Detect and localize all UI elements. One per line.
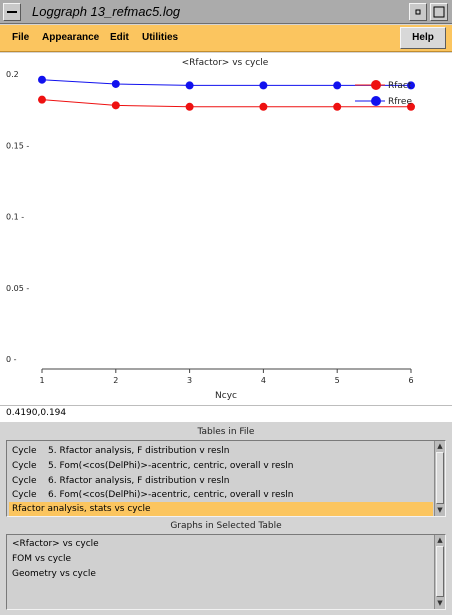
table-list-item[interactable]: Cycle 5. Rfactor analysis, F distributio… bbox=[9, 444, 433, 458]
y-tick-label: 0.05 - bbox=[6, 284, 29, 293]
data-point bbox=[259, 81, 268, 90]
table-list-item[interactable]: Cycle 6. Fom(<cos(DelPhi)>-acentric, cen… bbox=[9, 488, 433, 502]
tables-scrollbar[interactable]: ▲ ▼ bbox=[434, 441, 445, 516]
menu-utilities[interactable]: Utilities bbox=[142, 32, 178, 43]
x-tick-label: 2 bbox=[113, 376, 118, 385]
scroll-up-icon[interactable]: ▲ bbox=[435, 535, 445, 545]
x-tick-label: 1 bbox=[39, 376, 44, 385]
menu-file[interactable]: File bbox=[12, 32, 29, 43]
x-tick-label: 5 bbox=[335, 376, 340, 385]
y-axis: 0 - 0.05 - 0.1 - 0.15 - 0.2 bbox=[6, 70, 29, 364]
y-tick-label: 0 - bbox=[6, 355, 17, 364]
x-axis-label: Ncyc bbox=[215, 391, 237, 401]
series-group bbox=[38, 75, 415, 111]
maximize-icon[interactable] bbox=[430, 3, 448, 21]
graphs-scrollbar[interactable]: ▲ ▼ bbox=[434, 535, 445, 609]
data-point bbox=[111, 79, 120, 88]
plot-area[interactable]: <Rfactor> vs cycle Ncyc 0 - 0.05 - 0.1 - 0.… bbox=[0, 53, 452, 405]
data-point bbox=[333, 81, 342, 90]
graph-list-item[interactable]: Geometry vs cycle bbox=[9, 567, 433, 581]
y-tick-label: 0.1 - bbox=[6, 213, 24, 222]
window-title: Loggraph 13_refmac5.log bbox=[32, 4, 181, 19]
window-menu-icon[interactable] bbox=[3, 3, 21, 21]
data-point bbox=[38, 75, 46, 84]
chart-title: <Rfactor> vs cycle bbox=[182, 58, 269, 68]
menu-bar: File Appearance Edit Utilities bbox=[0, 25, 452, 52]
data-point bbox=[185, 102, 194, 111]
graphs-list[interactable]: <Rfactor> vs cycle FOM vs cycle Geometry… bbox=[6, 534, 446, 610]
scroll-thumb[interactable] bbox=[436, 546, 444, 597]
graphs-section-title: Graphs in Selected Table bbox=[170, 521, 282, 531]
menu-edit[interactable]: Edit bbox=[110, 32, 129, 43]
data-point bbox=[333, 102, 342, 111]
legend-marker bbox=[371, 80, 381, 90]
data-point bbox=[259, 102, 268, 111]
table-list-item-selected[interactable]: Rfactor analysis, stats vs cycle bbox=[9, 502, 433, 516]
scroll-thumb[interactable] bbox=[436, 452, 444, 504]
tables-list[interactable]: Cycle 5. Rfactor analysis, F distributio… bbox=[6, 440, 446, 517]
x-tick-label: 4 bbox=[261, 376, 266, 385]
scroll-down-icon[interactable]: ▼ bbox=[435, 505, 445, 515]
y-tick-label: 0.2 bbox=[6, 70, 19, 79]
rfactor-chart[interactable]: <Rfactor> vs cycle Ncyc 0 - 0.05 - 0.1 - 0.… bbox=[0, 53, 452, 405]
graph-list-item[interactable]: <Rfactor> vs cycle bbox=[9, 537, 433, 551]
coordinate-readout: 0.4190,0.194 bbox=[6, 408, 67, 418]
x-tick-label: 3 bbox=[187, 376, 192, 385]
graph-list-item[interactable]: FOM vs cycle bbox=[9, 552, 433, 566]
legend: Rfact Rfree bbox=[355, 80, 412, 107]
x-tick-label: 6 bbox=[408, 376, 413, 385]
menu-appearance[interactable]: Appearance bbox=[42, 32, 99, 43]
x-axis: 1 2 3 4 5 6 bbox=[39, 368, 414, 385]
scroll-up-icon[interactable]: ▲ bbox=[435, 441, 445, 451]
y-tick-label: 0.15 - bbox=[6, 141, 29, 150]
data-point bbox=[111, 101, 120, 110]
legend-marker bbox=[371, 96, 381, 106]
coordinate-bar: 0.4190,0.194 bbox=[0, 405, 452, 422]
scroll-down-icon[interactable]: ▼ bbox=[435, 598, 445, 608]
window-titlebar[interactable]: Loggraph 13_refmac5.log bbox=[0, 0, 452, 24]
help-button[interactable]: Help bbox=[400, 27, 446, 49]
table-list-item[interactable]: Cycle 5. Fom(<cos(DelPhi)>-acentric, cen… bbox=[9, 459, 433, 473]
minimize-icon[interactable] bbox=[409, 3, 427, 21]
data-point bbox=[38, 95, 46, 104]
legend-label: Rfact bbox=[388, 81, 412, 91]
tables-section-title: Tables in File bbox=[197, 427, 255, 437]
legend-label: Rfree bbox=[388, 97, 412, 107]
data-point bbox=[185, 81, 194, 90]
table-list-item[interactable]: Cycle 6. Rfactor analysis, F distributio… bbox=[9, 474, 433, 488]
